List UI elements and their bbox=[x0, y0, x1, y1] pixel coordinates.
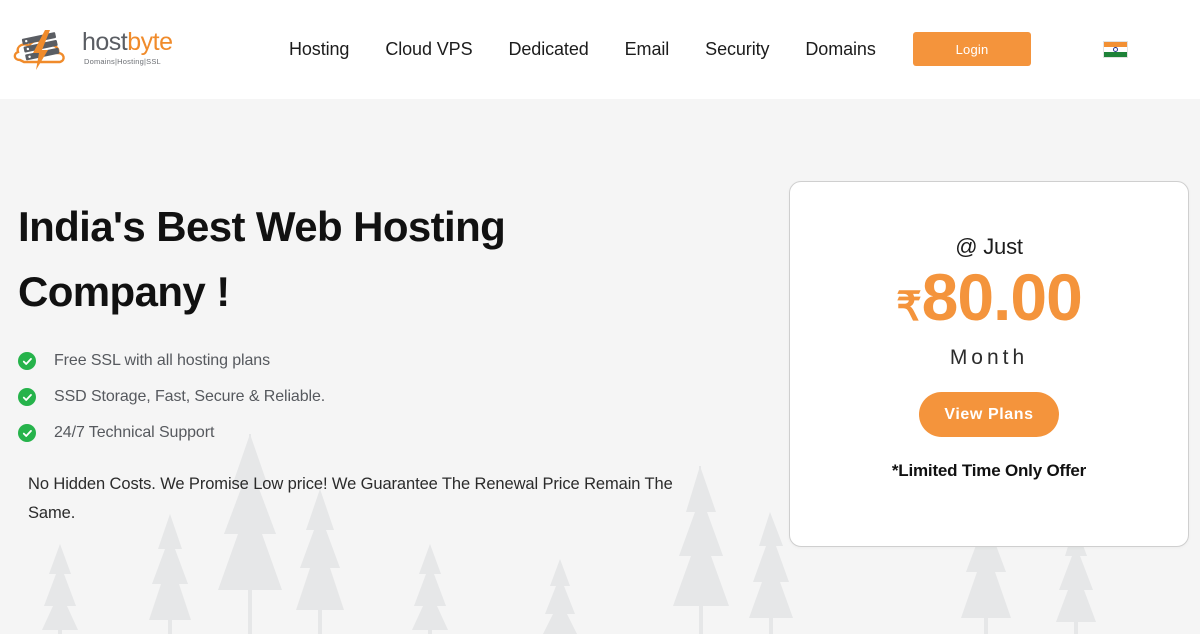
hostbyte-logo-icon bbox=[13, 30, 65, 70]
india-flag-icon[interactable] bbox=[1103, 41, 1128, 58]
login-button[interactable]: Login bbox=[913, 32, 1031, 66]
promise-text: No Hidden Costs. We Promise Low price! W… bbox=[28, 475, 673, 522]
limited-offer-note: *Limited Time Only Offer bbox=[891, 461, 1087, 480]
site-logo[interactable]: hostbyte Domains|Hosting|SSL bbox=[12, 24, 192, 79]
main-navigation: Hosting Cloud VPS Dedicated Email Securi… bbox=[271, 0, 894, 99]
ashoka-chakra-icon bbox=[1113, 46, 1118, 52]
logo-wordmark: hostbyte Domains|Hosting|SSL bbox=[82, 28, 173, 67]
nav-item-domains[interactable]: Domains bbox=[787, 39, 893, 60]
price-period: Month bbox=[949, 346, 1029, 369]
price-amount-row: ₹ 80.00 bbox=[790, 264, 1188, 330]
list-item: Free SSL with all hosting plans bbox=[18, 352, 738, 371]
logo-tagline: Domains|Hosting|SSL bbox=[84, 57, 161, 66]
flag-band-white bbox=[1104, 46, 1127, 52]
logo-word-byte: byte bbox=[127, 28, 173, 56]
site-header: hostbyte Domains|Hosting|SSL Hosting Clo… bbox=[0, 0, 1200, 99]
list-item: 24/7 Technical Support bbox=[18, 424, 738, 443]
check-circle-icon bbox=[18, 352, 36, 371]
nav-item-cloud-vps[interactable]: Cloud VPS bbox=[367, 39, 490, 60]
nav-item-dedicated[interactable]: Dedicated bbox=[491, 39, 607, 60]
nav-item-email[interactable]: Email bbox=[607, 39, 688, 60]
check-circle-icon bbox=[18, 388, 36, 407]
price-prefix: @ Just bbox=[955, 234, 1023, 259]
nav-item-security[interactable]: Security bbox=[687, 39, 787, 60]
flag-band-green bbox=[1104, 51, 1127, 57]
nav-item-hosting[interactable]: Hosting bbox=[271, 39, 367, 60]
page-title: India's Best Web Hosting Company ! bbox=[18, 203, 506, 316]
list-item: SSD Storage, Fast, Secure & Reliable. bbox=[18, 388, 738, 407]
logo-word-host: host bbox=[82, 28, 128, 56]
price-card: @ Just ₹ 80.00 Month View Plans *Limited… bbox=[789, 181, 1189, 547]
feature-label: Free SSL with all hosting plans bbox=[54, 352, 270, 370]
feature-label: 24/7 Technical Support bbox=[54, 424, 215, 442]
check-circle-icon bbox=[18, 424, 36, 443]
feature-list: Free SSL with all hosting plans SSD Stor… bbox=[18, 352, 738, 443]
view-plans-button[interactable]: View Plans bbox=[919, 392, 1059, 437]
hero-section: India's Best Web Hosting Company ! Free … bbox=[0, 99, 1200, 634]
price-value: 80.00 bbox=[921, 260, 1083, 334]
rupee-symbol-icon: ₹ bbox=[896, 285, 922, 329]
hero-content: India's Best Web Hosting Company ! Free … bbox=[18, 194, 738, 527]
feature-label: SSD Storage, Fast, Secure & Reliable. bbox=[54, 388, 326, 406]
